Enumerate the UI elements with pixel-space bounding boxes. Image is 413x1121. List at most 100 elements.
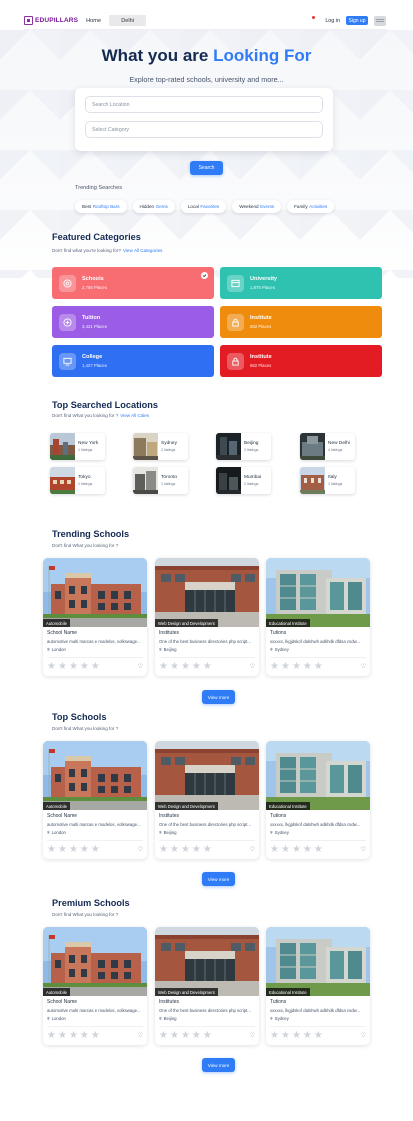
school-card[interactable]: Automobile School Name automotive multi … — [43, 558, 147, 676]
location-card[interactable]: Toronto 1 listings — [133, 467, 188, 494]
heart-icon[interactable]: ♡ — [138, 1032, 143, 1039]
heart-icon[interactable]: ♡ — [138, 846, 143, 853]
star-icon: ★ — [291, 844, 301, 855]
school-description: xxxxxx, lkgjdskof dalshwh adkhdk dfdsa c… — [270, 1008, 361, 1013]
school-card[interactable]: Web Design and Development Institutes On… — [155, 927, 259, 1045]
school-card[interactable]: Automobile School Name automotive multi … — [43, 927, 147, 1045]
view-more-button[interactable]: View more — [202, 872, 235, 886]
trend-chip[interactable]: Best Rooftop Bars — [75, 200, 127, 213]
avatar[interactable] — [374, 15, 386, 26]
star-icon: ★ — [57, 1030, 67, 1041]
check-circle-icon — [201, 272, 208, 279]
rating-stars[interactable]: ★ ★ ★ ★ ★ — [47, 661, 100, 672]
rating-stars[interactable]: ★ ★ ★ ★ ★ — [47, 845, 100, 855]
heart-icon[interactable]: ♡ — [361, 663, 366, 670]
view-all-cities-link[interactable]: View All Cities — [120, 413, 149, 418]
map-pin-icon: ⌾ — [159, 1016, 162, 1021]
lock-icon — [227, 352, 244, 370]
school-location: ⌾ Sydney — [270, 1016, 289, 1021]
location-card[interactable]: Tokyo 1 listings — [50, 467, 105, 494]
trending-chips: Best Rooftop Bars Hidden Gems Local Favorit… — [75, 200, 335, 213]
star-icon: ★ — [191, 1030, 201, 1041]
star-icon: ★ — [159, 1030, 168, 1041]
top-schools-title: Top Schools — [52, 712, 107, 722]
school-card[interactable]: Educational Institute Tutions xxxxxx, lk… — [266, 558, 370, 676]
category-count: 1,875 Places — [250, 285, 275, 290]
location-card[interactable]: New Delhi 4 listings — [300, 433, 355, 460]
school-card[interactable]: Educational Institute Tutions xxxxxx, lk… — [266, 927, 370, 1045]
rating-stars[interactable]: ★ ★ ★ ★ ★ — [159, 1030, 212, 1041]
school-card[interactable]: Automobile School Name automotive multi … — [43, 741, 147, 859]
category-count: 3,421 Places — [82, 324, 107, 329]
view-more-button[interactable]: View more — [202, 1058, 235, 1072]
heart-icon[interactable]: ♡ — [138, 663, 143, 670]
trend-chip[interactable]: Local Favorites — [180, 200, 227, 213]
notification-dot-icon[interactable] — [312, 16, 316, 19]
school-card[interactable]: Educational Institute Tutions xxxxxx, lk… — [266, 741, 370, 859]
rating-stars[interactable]: ★ ★ ★ ★ ★ — [270, 844, 323, 855]
card-footer: ★ ★ ★ ★ ★ ♡ — [270, 657, 366, 672]
star-icon: ★ — [90, 1030, 100, 1041]
star-icon: ★ — [302, 661, 312, 672]
star-icon: ★ — [280, 661, 290, 672]
view-more-button[interactable]: View more — [202, 690, 235, 704]
rating-stars[interactable]: ★ ★ ★ ★ ★ — [270, 1031, 323, 1041]
card-footer: ★ ★ ★ ★ ★ ♡ — [159, 657, 255, 672]
category-card-university[interactable]: University 1,875 Places — [220, 267, 382, 299]
location-card[interactable]: New York 1 listings — [50, 433, 105, 460]
school-card[interactable]: Web Design and Development Institutes On… — [155, 558, 259, 676]
category-name: Institute — [250, 315, 272, 321]
location-card[interactable]: Sydney 2 listings — [133, 433, 188, 460]
map-pin-icon: ⌾ — [47, 830, 50, 835]
category-count: 682 Places — [250, 324, 272, 329]
signup-button[interactable]: Sign up — [346, 16, 368, 25]
school-name: Tutions — [270, 999, 287, 1005]
location-card[interactable]: Italy 1 listings — [300, 467, 355, 494]
school-location: ⌾ Sydney — [270, 830, 289, 835]
rating-stars[interactable]: ★ ★ ★ ★ ★ — [270, 661, 323, 672]
heart-icon[interactable]: ♡ — [361, 1032, 366, 1039]
trend-chip[interactable]: Family Activities — [287, 200, 335, 213]
school-location: ⌾ Beijing — [159, 830, 177, 835]
category-tag: Educational Institute — [266, 988, 310, 996]
city-thumbnail — [50, 433, 75, 460]
school-location: ⌾ London — [47, 1016, 66, 1021]
login-link[interactable]: Log in — [325, 18, 340, 24]
heart-icon[interactable]: ♡ — [250, 1032, 255, 1039]
location-card[interactable]: Beijing 2 listings — [216, 433, 271, 460]
category-card-tuition[interactable]: Tuition 3,421 Places — [52, 306, 214, 338]
hero-subtitle: Explore top-rated schools, university an… — [129, 75, 284, 84]
rating-stars[interactable]: ★ ★ ★ ★ ★ — [159, 845, 212, 855]
nav-home-link[interactable]: Home — [86, 18, 101, 24]
view-all-categories-link[interactable]: View All Categories — [123, 248, 163, 253]
heart-icon[interactable]: ♡ — [250, 846, 255, 853]
city-selector[interactable]: Delhi — [109, 15, 147, 26]
heart-icon[interactable]: ♡ — [361, 846, 366, 853]
trend-chip[interactable]: Hidden Gems — [132, 200, 175, 213]
rating-stars[interactable]: ★ ★ ★ ★ ★ — [47, 1030, 100, 1041]
category-card-institute-2[interactable]: Institute 682 Places — [220, 345, 382, 377]
select-category-dropdown[interactable]: Select Category — [85, 121, 323, 138]
target-icon — [59, 274, 76, 292]
card-footer: ★ ★ ★ ★ ★ ♡ — [270, 840, 366, 855]
search-location-input[interactable]: Search Location — [85, 96, 323, 113]
school-card[interactable]: Web Design and Development Institutes On… — [155, 741, 259, 859]
search-panel: Search Location Select Category — [75, 88, 333, 151]
logo[interactable]: EDUPILLARS — [24, 16, 78, 25]
search-button[interactable]: Search — [190, 161, 223, 175]
star-icon: ★ — [68, 661, 78, 672]
star-icon: ★ — [180, 661, 190, 672]
map-pin-icon: ⌾ — [47, 1016, 50, 1021]
trend-chip[interactable]: Weekend Events — [232, 200, 282, 213]
heart-icon[interactable]: ♡ — [250, 663, 255, 670]
monitor-icon — [59, 352, 76, 370]
category-card-college[interactable]: College 1,427 Places — [52, 345, 214, 377]
category-card-institute[interactable]: Institute 682 Places — [220, 306, 382, 338]
school-name: Institutes — [159, 999, 180, 1005]
rating-stars[interactable]: ★ ★ ★ ★ ★ — [159, 661, 212, 672]
school-name: Institutes — [159, 813, 180, 819]
school-location: ⌾ London — [47, 647, 66, 652]
school-description: automotive multi marcas e modelos, volks… — [47, 822, 141, 827]
location-card[interactable]: Mumbai 2 listings — [216, 467, 271, 494]
category-card-schools[interactable]: Schools 2,756 Places — [52, 267, 214, 299]
